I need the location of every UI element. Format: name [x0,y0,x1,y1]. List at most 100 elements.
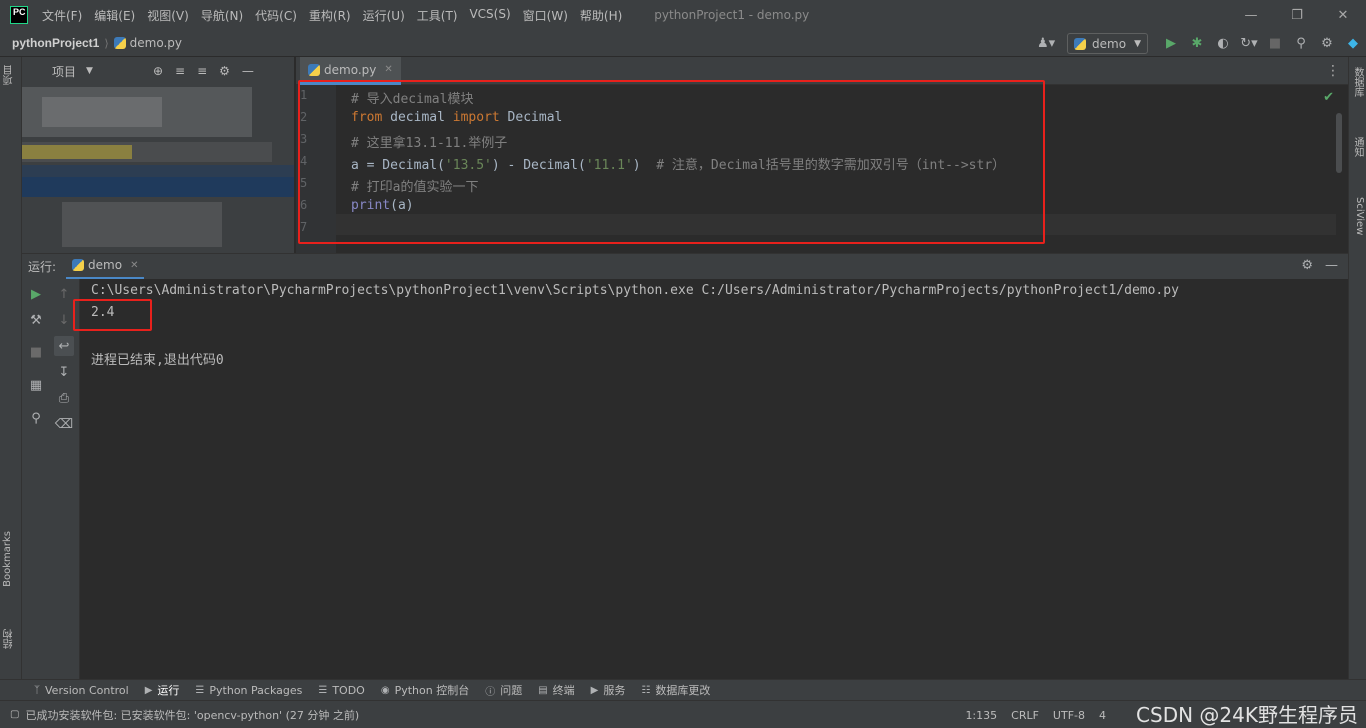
profile-icon[interactable]: ↻▾ [1238,33,1260,55]
info-icon: ⓘ [485,686,496,698]
list-icon: ☰ [318,684,328,696]
window-controls: — ❐ ✕ [1228,0,1366,30]
notifications-tool-tab[interactable]: 通知 [1351,137,1365,157]
user-icon[interactable]: ♟▾ [1035,33,1057,55]
gear-icon[interactable]: ⚙ [1301,258,1313,273]
wrench-icon[interactable]: ⚒ [26,310,46,330]
checkmark-icon: ✔ [1323,90,1334,105]
database-tool-tab[interactable]: 数据库 [1351,67,1365,97]
toolwindow-services[interactable]: ▶ 服务 [591,682,626,698]
hide-icon[interactable]: — [242,64,254,78]
database-icon: ☷ [641,684,651,696]
indent-setting[interactable]: 4 [1099,709,1106,722]
status-square-icon: ▢ [10,709,20,720]
toolwindow-label: TODO [332,683,365,697]
scroll-to-end-icon[interactable]: ↧ [54,362,74,382]
run-icon: ▶ [144,684,153,696]
print-icon[interactable]: ⎙ [54,388,74,408]
run-console[interactable]: C:\Users\Administrator\PycharmProjects\p… [80,279,1348,679]
services-icon: ▶ [590,684,599,696]
editor-scrollbar[interactable] [1336,113,1342,173]
toolwindow-terminal[interactable]: ▤ 终端 [538,682,574,698]
close-icon[interactable]: ✕ [1320,0,1366,30]
line-separator[interactable]: CRLF [1011,709,1039,722]
project-tool-tab[interactable]: 项目 [2,65,20,85]
toolwindow-todo[interactable]: ☰ TODO [318,684,364,697]
tab-label: demo.py [324,62,377,77]
toolwindow-label: 服务 [603,684,626,697]
locate-icon[interactable]: ⊕ [153,64,163,78]
arrow-down-icon[interactable]: ↓ [54,310,74,330]
toolwindow-database-changes[interactable]: ☷ 数据库更改 [641,682,710,698]
toolwindow-version-control[interactable]: ᛉ Version Control [34,684,129,697]
branch-icon: ᛉ [34,684,40,696]
debug-icon[interactable]: ✱ [1186,33,1208,55]
menu-code[interactable]: 代码(C) [255,7,297,24]
toolwindow-python-console[interactable]: ◉ Python 控制台 [381,682,469,698]
rerun-icon[interactable]: ▶ [26,284,46,304]
chevron-down-icon: ▼ [1134,38,1141,49]
menu-window[interactable]: 窗口(W) [523,7,568,24]
menu-vcs[interactable]: VCS(S) [469,7,510,24]
arrow-up-icon[interactable]: ↑ [54,284,74,304]
caret-position[interactable]: 1:135 [965,709,997,722]
gear-icon[interactable]: ⚙ [1316,33,1338,55]
right-tool-stripe: 数据库 通知 SciView [1348,57,1366,679]
restore-icon[interactable]: ❐ [1274,0,1320,30]
breadcrumb-project[interactable]: pythonProject1 [12,36,99,50]
structure-tool-tab[interactable]: 结构 [2,629,20,649]
status-message[interactable]: ▢ 已成功安装软件包: 已安装软件包: 'opencv-python' (27 … [10,707,359,723]
expand-all-icon[interactable]: ≡ [197,64,207,78]
menu-refactor[interactable]: 重构(R) [309,7,351,24]
toolbar: ♟▾ demo ▼ ▶ ✱ ◐ ↻▾ ■ ⚲ ⚙ ◆ [1033,30,1366,57]
status-bar: ▢ 已成功安装软件包: 已安装软件包: 'opencv-python' (27 … [0,700,1366,728]
layers-icon: ☰ [195,684,205,696]
hide-icon[interactable]: — [1325,258,1338,273]
python-file-icon [1074,37,1087,50]
jetbrains-toolbox-icon[interactable]: ◆ [1342,33,1364,55]
menu-file[interactable]: 文件(F) [42,7,82,24]
pin-icon[interactable]: ⚲ [26,408,46,428]
toolwindow-problems[interactable]: ⓘ 问题 [485,682,522,698]
menu-tools[interactable]: 工具(T) [417,7,458,24]
toolwindow-python-packages[interactable]: ☰ Python Packages [195,684,302,697]
search-icon[interactable]: ⚲ [1290,33,1312,55]
menu-run[interactable]: 运行(U) [363,7,405,24]
soft-wrap-icon[interactable]: ↩ [54,336,74,356]
toolwindow-run[interactable]: ▶ 运行 [145,682,180,698]
run-panel-label: 运行: [28,260,57,274]
console-line: C:\Users\Administrator\PycharmProjects\p… [91,283,1179,298]
gear-icon[interactable]: ⚙ [219,64,230,78]
minimize-icon[interactable]: — [1228,0,1274,30]
terminal-icon: ▤ [538,684,548,696]
bookmarks-tool-tab[interactable]: Bookmarks [2,531,20,587]
menu-edit[interactable]: 编辑(E) [94,7,135,24]
sciview-tool-tab[interactable]: SciView [1351,197,1365,235]
menu-view[interactable]: 视图(V) [147,7,189,24]
run-tab-label: demo [88,258,123,272]
blurred-tree-region [22,145,132,159]
coverage-icon[interactable]: ◐ [1212,33,1234,55]
project-panel-title[interactable]: 项目 [52,63,76,80]
toolwindow-label: Python Packages [209,683,303,697]
file-encoding[interactable]: UTF-8 [1053,709,1085,722]
menu-help[interactable]: 帮助(H) [580,7,622,24]
layout-icon[interactable]: ▦ [26,375,46,395]
menu-navigate[interactable]: 导航(N) [201,7,243,24]
chevron-down-icon[interactable]: ▼ [86,66,93,76]
breadcrumb-file[interactable]: demo.py [113,36,182,50]
close-icon[interactable]: ✕ [384,64,392,75]
stop-icon[interactable]: ■ [26,342,46,362]
console-icon: ◉ [380,684,390,696]
run-tab-demo[interactable]: demo ✕ [66,254,145,280]
tool-window-bar: ᛉ Version Control ▶ 运行 ☰ Python Packages ☰ T… [0,679,1366,700]
more-vertical-icon[interactable]: ⋮ [1326,63,1340,79]
run-icon[interactable]: ▶ [1160,33,1182,55]
collapse-all-icon[interactable]: ≡ [175,64,185,78]
project-panel-header: 项目 ▼ ⊕ ≡ ≡ ⚙ — [22,57,294,85]
annotation-box-code [298,80,1045,244]
stop-icon[interactable]: ■ [1264,33,1286,55]
trash-icon[interactable]: ⌫ [54,414,74,434]
close-icon[interactable]: ✕ [130,260,138,271]
run-config-selector[interactable]: demo ▼ [1067,33,1148,54]
